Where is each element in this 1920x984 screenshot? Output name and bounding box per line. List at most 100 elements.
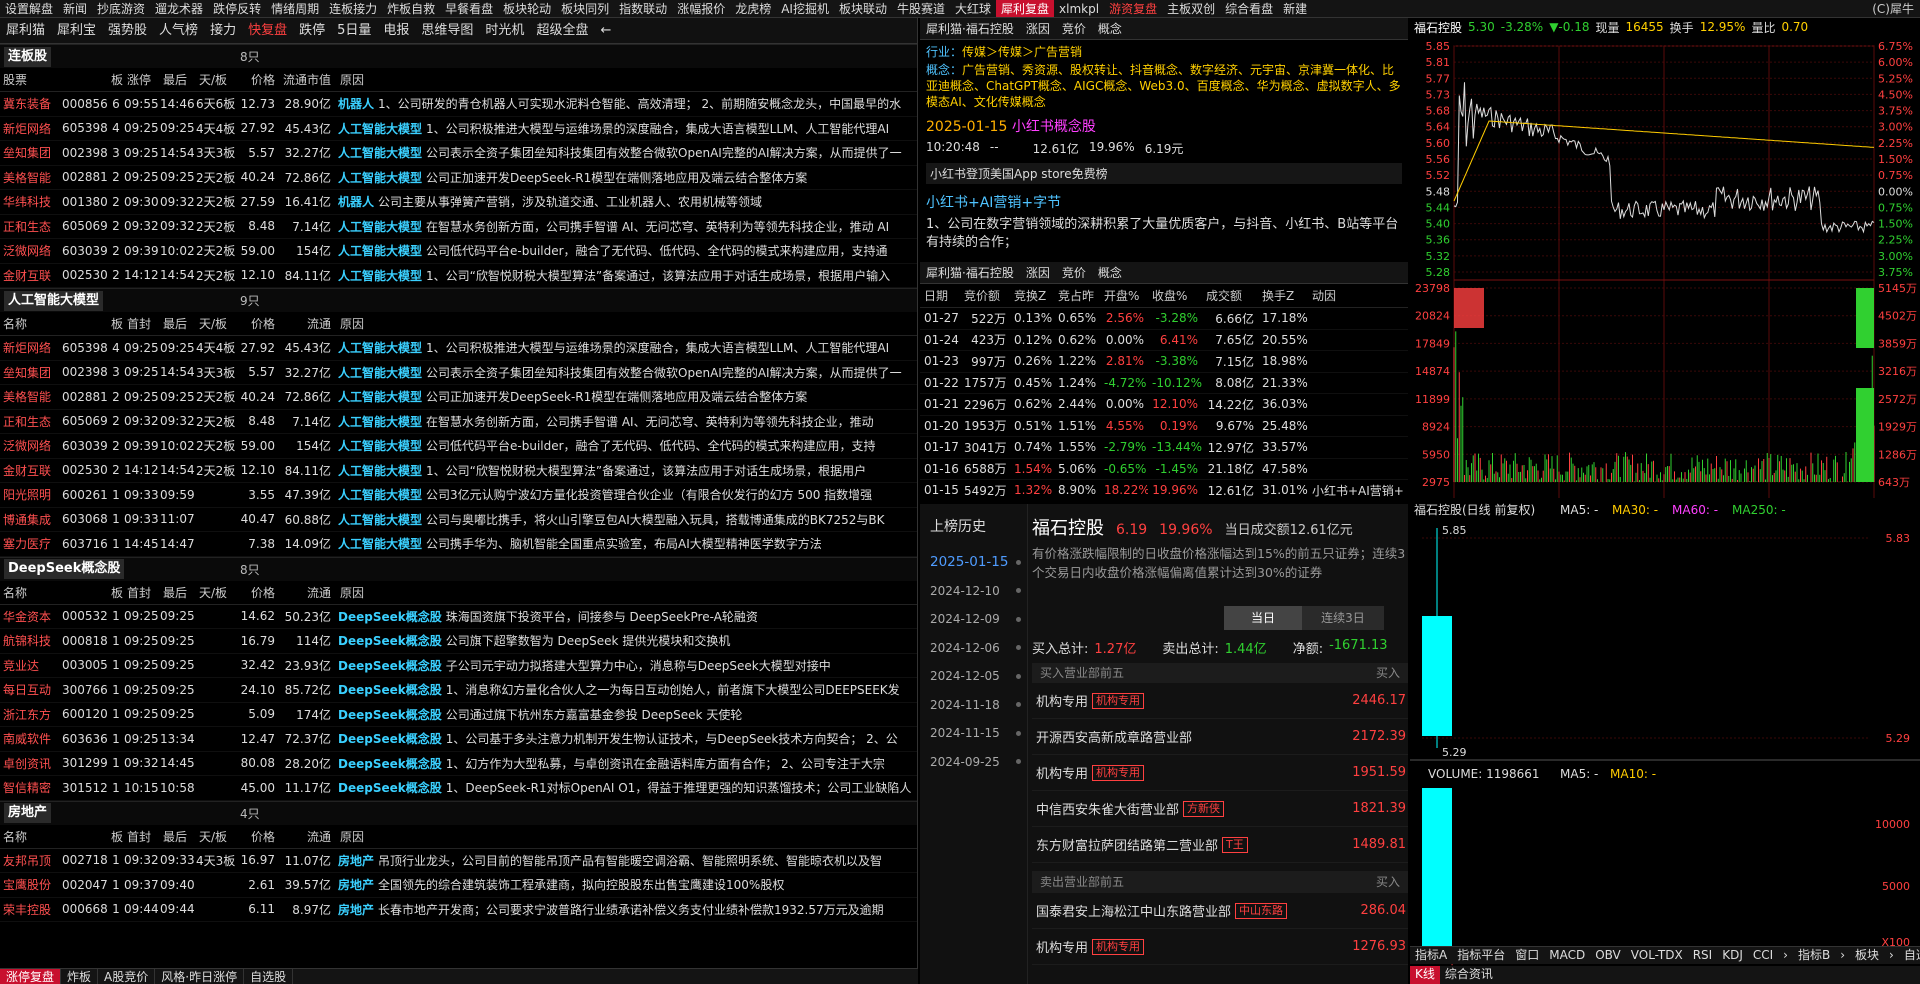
indicator-tab-1[interactable]: 指标平台 (1452, 947, 1510, 964)
auction-col-header[interactable]: 竞价额 (960, 287, 1010, 304)
indicator-tab-7[interactable]: KDJ (1717, 947, 1748, 964)
table-row[interactable]: 卓创资讯 301299 1 09:32 14:45 80.08 28.20亿 DeepSeek… (0, 752, 917, 776)
stock-name[interactable]: 华纬科技 (0, 193, 62, 210)
table-row[interactable]: 金财互联 002530 2 14:12 14:54 2天2板 12.10 84.11亿 人工智能… (0, 264, 917, 288)
table-row[interactable]: 正和生态 605069 2 09:32 09:32 2天2板 8.48 7.14亿 人工智能大模… (0, 215, 917, 239)
panel2-tab-3[interactable]: 概念 (1092, 262, 1128, 284)
table-row[interactable]: 宝鹰股份 002047 1 09:37 09:40 2.61 39.57亿 房地产 全国领先的综… (0, 873, 917, 898)
column-header[interactable]: 价格 (238, 584, 278, 601)
table-row[interactable]: 正和生态 605069 2 09:32 09:32 2天2板 8.48 7.14亿 人工智能大模… (0, 410, 917, 434)
lhb-date-item[interactable]: 2025-01-15 (920, 548, 1027, 577)
menu-item-12[interactable]: 涨幅报价 (672, 0, 730, 17)
lhb-date-item[interactable]: 2024-12-10 (920, 577, 1027, 606)
indicator-tab-11[interactable]: › (1835, 947, 1850, 964)
broker-row[interactable]: 机构专用 机构专用 2446.17 (1032, 683, 1408, 719)
indicator-tab-3[interactable]: MACD (1544, 947, 1590, 964)
menu-item-5[interactable]: 情绪周期 (266, 0, 324, 17)
table-row[interactable]: 塞力医疗 603716 1 14:45 14:47 7.38 14.09亿 人工智能大模型 公司… (0, 532, 917, 557)
column-header[interactable]: 首封 (124, 828, 160, 845)
bottom-tab-4[interactable]: 自选股 (244, 969, 294, 984)
panel2-tab-1[interactable]: 涨因 (1020, 262, 1056, 284)
table-row[interactable]: 友邦吊顶 002718 1 09:32 09:33 4天3板 16.97 11.07亿 房地产吊… (0, 849, 917, 873)
panel2-tab-2[interactable]: 竞价 (1056, 262, 1092, 284)
column-header[interactable]: 价格 (238, 71, 278, 88)
panel2-tab-0[interactable]: 犀利猫·福石控股 (920, 262, 1020, 284)
auction-row[interactable]: 01-27 522万 0.13% 0.65% 2.56% -3.28% 6.66亿 17.18… (920, 308, 1408, 330)
column-header[interactable]: 天/板 (196, 315, 238, 332)
lhb-date-item[interactable]: 2024-12-05 (920, 662, 1027, 691)
column-header[interactable]: 原因 (334, 584, 917, 601)
broker-row[interactable]: 开源西安高新成章路营业部 2172.39 (1032, 719, 1408, 755)
column-header[interactable]: 首封 (124, 315, 160, 332)
broker-row[interactable]: 机构专用 机构专用 1276.93 (1032, 929, 1408, 965)
menu-item-16[interactable]: 牛股赛道 (892, 0, 950, 17)
stock-name[interactable]: 南威软件 (0, 730, 62, 747)
table-row[interactable]: 阳光照明 600261 1 09:33 09:59 3.55 47.39亿 人工智能大模型 公司… (0, 483, 917, 508)
table-row[interactable]: 南威软件 603636 1 09:25 13:34 12.47 72.37亿 DeepSeek… (0, 727, 917, 752)
column-header[interactable]: 名称 (0, 828, 62, 845)
menu-item-22[interactable]: 综合看盘 (1220, 0, 1278, 17)
menu-item-7[interactable]: 炸板自救 (382, 0, 440, 17)
auction-row[interactable]: 01-16 6588万 1.54% 5.06% -0.65% -1.45% 21.18亿 47… (920, 459, 1408, 480)
auction-col-header[interactable]: 竞占昨 (1054, 287, 1100, 304)
table-row[interactable]: 华纬科技 001380 2 09:30 09:32 2天2板 27.59 16.41亿 机器人公… (0, 190, 917, 215)
column-header[interactable]: 最后 (160, 828, 196, 845)
menu-item-14[interactable]: AI挖掘机 (776, 0, 834, 17)
broker-row[interactable]: 机构专用 机构专用 1951.59 (1032, 755, 1408, 791)
left-tab-6[interactable]: 跌停 (293, 18, 331, 43)
panel1-tab-2[interactable]: 竞价 (1056, 18, 1092, 40)
column-header[interactable]: 天/板 (196, 584, 238, 601)
auction-col-header[interactable]: 收盘% (1148, 287, 1202, 304)
table-row[interactable]: 美格智能 002881 2 09:25 09:25 2天2板 40.24 72.86亿 人工智能… (0, 385, 917, 410)
daily-kline-chart[interactable]: 福石控股(日线 前复权) MA5: - MA30: - MA60: - MA250: -… (1410, 498, 1920, 968)
menu-item-18[interactable]: 犀利复盘 (996, 0, 1055, 17)
stock-name[interactable]: 塞力医疗 (0, 535, 62, 552)
column-header[interactable]: 原因 (334, 71, 917, 88)
column-header[interactable]: 原因 (334, 315, 917, 332)
stock-name[interactable]: 华金资本 (0, 608, 62, 625)
column-header[interactable]: 流通市值 (278, 71, 334, 88)
bottom-tab-2[interactable]: A股竞价 (98, 969, 156, 984)
auction-col-header[interactable]: 竞换Z (1010, 287, 1054, 304)
menu-item-8[interactable]: 早餐看盘 (440, 0, 498, 17)
stock-name[interactable]: 友邦吊顶 (0, 852, 62, 869)
auction-col-header[interactable]: 动因 (1308, 287, 1408, 304)
indicator-tab-10[interactable]: 指标B (1793, 947, 1835, 964)
column-header[interactable]: 首封 (124, 584, 160, 601)
stock-name[interactable]: 每日互动 (0, 681, 62, 698)
menu-item-19[interactable]: xlmkpl (1054, 0, 1104, 17)
table-row[interactable]: 每日互动 300766 1 09:25 09:25 24.10 85.72亿 DeepSeek… (0, 678, 917, 703)
panel1-tab-3[interactable]: 概念 (1092, 18, 1128, 40)
left-tab-1[interactable]: 犀利宝 (51, 18, 102, 43)
column-header[interactable]: 流通 (278, 584, 334, 601)
column-header[interactable]: 价格 (238, 828, 278, 845)
bottom-tab-0[interactable]: 涨停复盘 (0, 969, 62, 984)
bottom-tab-1[interactable]: 炸板 (61, 969, 99, 984)
column-header[interactable]: 涨停 (124, 71, 160, 88)
table-row[interactable]: 新炬网络 605398 4 09:25 09:25 4天4板 27.92 45.43亿 人工智能… (0, 117, 917, 141)
menu-item-0[interactable]: 设置解盘 (0, 0, 58, 17)
auction-row[interactable]: 01-23 997万 0.26% 1.22% 2.81% -3.38% 7.15亿 18.98… (920, 351, 1408, 373)
broker-row[interactable]: 东方财富拉萨团结路第二营业部 T王 1489.81 (1032, 827, 1408, 863)
stock-name[interactable]: 荣丰控股 (0, 901, 62, 918)
stock-name[interactable]: 泛微网络 (0, 242, 62, 259)
column-header[interactable]: 最后 (160, 584, 196, 601)
stock-name[interactable]: 博通集成 (0, 511, 62, 528)
menu-item-15[interactable]: 板块联动 (834, 0, 892, 17)
menu-item-1[interactable]: 新闻 (58, 0, 92, 17)
column-header[interactable]: 最后 (160, 315, 196, 332)
left-tab-10[interactable]: 时光机 (479, 18, 530, 43)
stock-name[interactable]: 新炬网络 (0, 339, 62, 356)
stock-name[interactable]: 金财互联 (0, 267, 62, 284)
table-row[interactable]: 荣丰控股 000668 1 09:44 09:44 6.11 8.97亿 房地产 长春市地产开发… (0, 898, 917, 922)
stock-name[interactable]: 美格智能 (0, 169, 62, 186)
left-tab-7[interactable]: 5日量 (331, 18, 377, 43)
lhb-date-item[interactable]: 2024-12-06 (920, 634, 1027, 663)
table-row[interactable]: 智信精密 301512 1 10:15 10:58 45.00 11.17亿 DeepSeek… (0, 776, 917, 801)
column-header[interactable]: 板 (108, 828, 124, 845)
lhb-date-item[interactable]: 2024-09-25 (920, 748, 1027, 777)
menu-item-23[interactable]: 新建 (1278, 0, 1312, 17)
right-bottom-tab-1[interactable]: 综合资讯 (1440, 966, 1498, 984)
table-row[interactable]: 冀东装备 000856 6 09:55 14:46 6天6板 12.73 28.90亿 机器人 1… (0, 92, 917, 117)
auction-row[interactable]: 01-17 3041万 0.74% 1.55% -2.79% -13.44% 12.97亿 3… (920, 437, 1408, 459)
